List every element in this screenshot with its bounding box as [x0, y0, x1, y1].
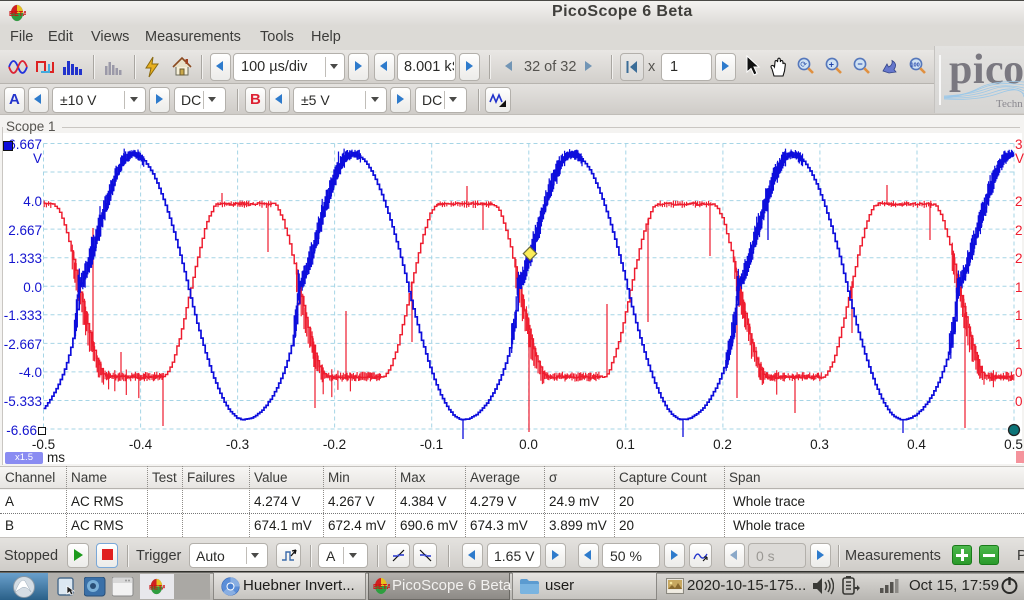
svg-text:BETA: BETA — [373, 584, 390, 591]
svg-text:BETA: BETA — [149, 584, 165, 591]
